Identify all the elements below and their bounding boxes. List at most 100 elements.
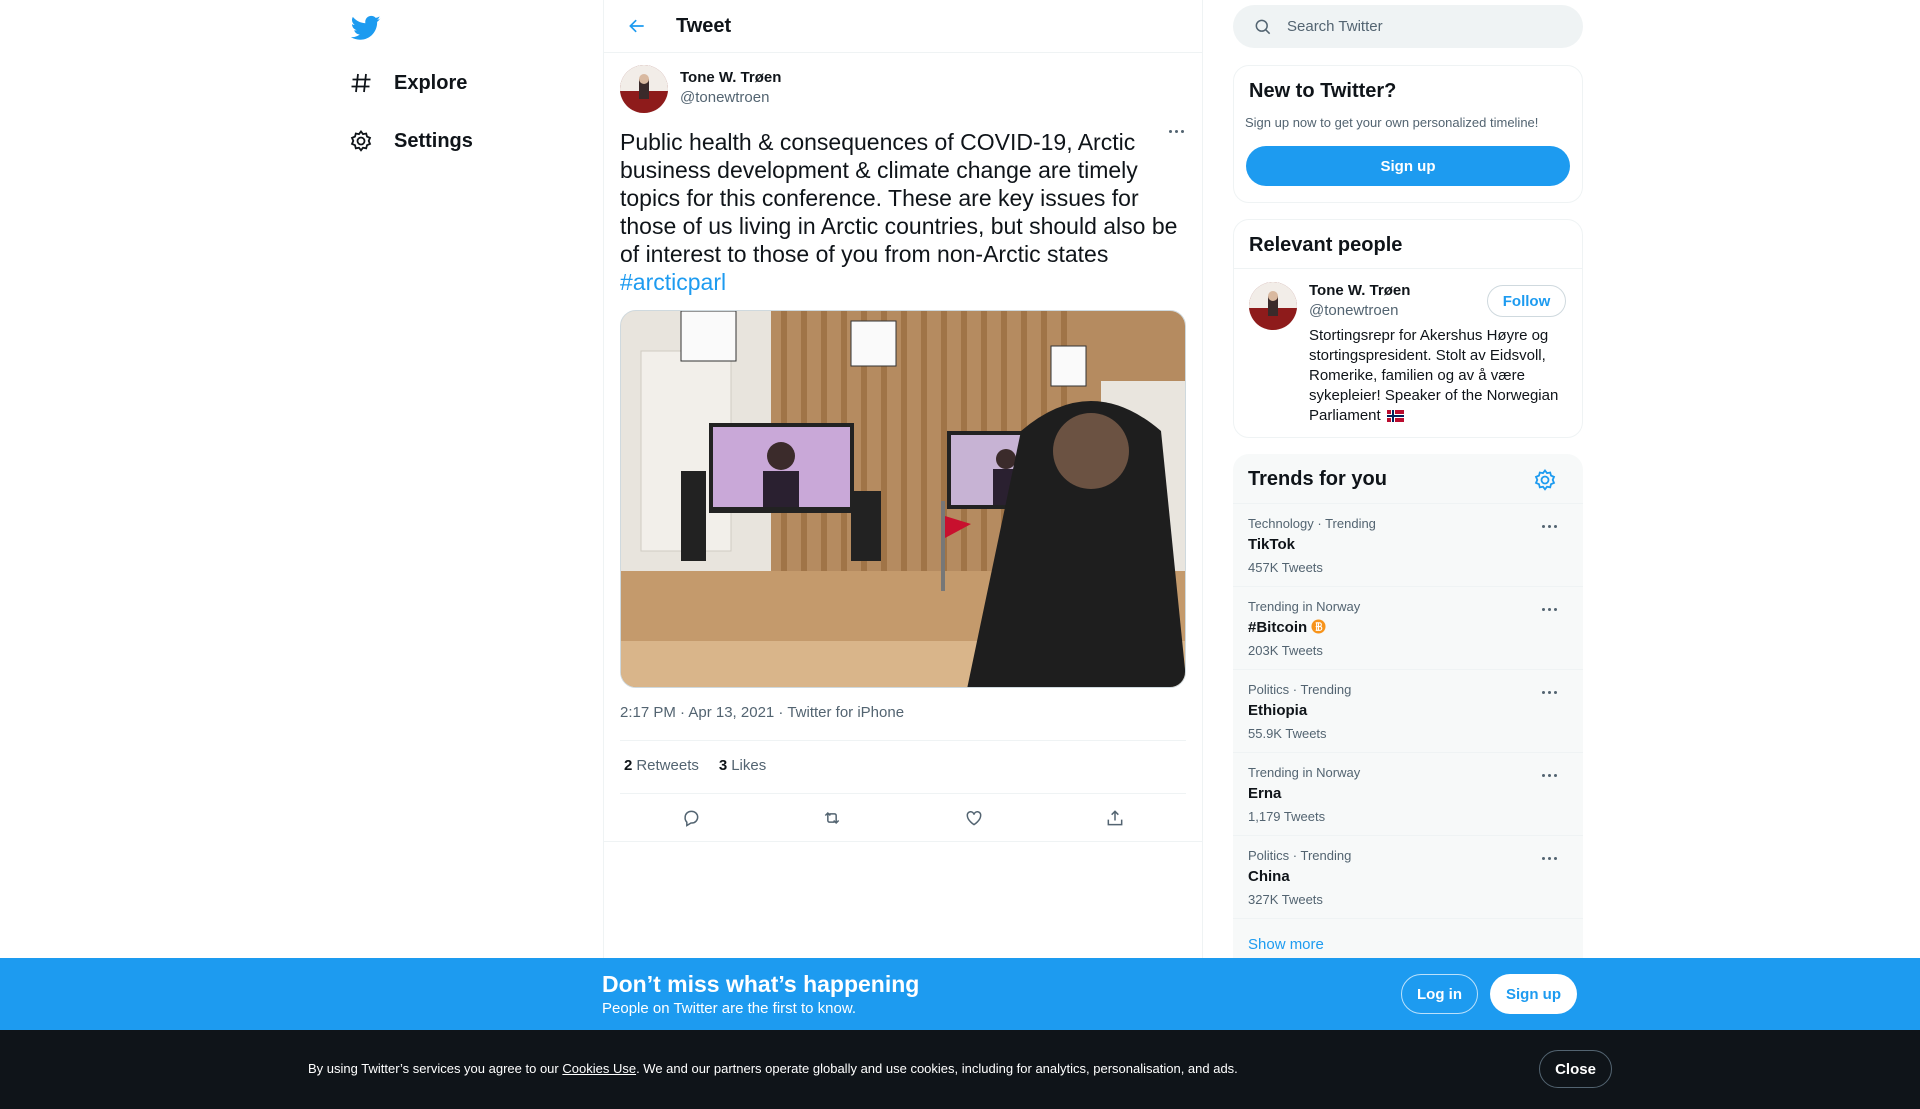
more-options-icon[interactable] xyxy=(1535,512,1563,540)
trend-context: Politics · Trending xyxy=(1248,848,1352,863)
more-options-icon[interactable] xyxy=(1535,844,1563,872)
trend-item[interactable]: Politics · Trending China 327K Tweets xyxy=(1233,835,1583,918)
signup-button[interactable]: Sign up xyxy=(1246,146,1570,186)
new-to-twitter-subtitle: Sign up now to get your own personalized… xyxy=(1245,115,1539,130)
divider xyxy=(620,793,1186,794)
search-input[interactable] xyxy=(1287,18,1557,35)
page-title: Tweet xyxy=(676,14,732,37)
retweets-count: 2 xyxy=(624,757,633,774)
trend-name: Ethiopia xyxy=(1248,702,1308,719)
nav-settings[interactable]: Settings xyxy=(348,116,473,166)
tweet-body: Public health & consequences of COVID-19… xyxy=(620,129,1178,267)
cookie-text-after: . We and our partners operate globally a… xyxy=(636,1061,1238,1076)
retweet-icon xyxy=(825,811,840,825)
trend-item[interactable]: Trending in Norway Erna 1,179 Tweets xyxy=(1233,752,1583,835)
close-button[interactable]: Close xyxy=(1539,1050,1612,1088)
likes-label: Likes xyxy=(731,757,767,774)
trend-name: Erna xyxy=(1248,785,1282,802)
likes-count: 3 xyxy=(718,757,728,774)
conference-photo xyxy=(621,311,1185,687)
tweet-header: Tweet xyxy=(604,0,1202,53)
trend-count: 1,179 Tweets xyxy=(1248,809,1326,824)
likes-stat[interactable]: 3 Likes xyxy=(719,757,766,774)
new-to-twitter-card: New to Twitter? Sign up now to get your … xyxy=(1233,65,1583,203)
search-icon xyxy=(1255,19,1271,34)
banner-title: Don’t miss what’s happening xyxy=(602,971,920,997)
tweet-photo[interactable] xyxy=(620,310,1186,688)
avatar[interactable] xyxy=(1249,282,1297,330)
show-more-link[interactable]: Show more xyxy=(1248,936,1324,953)
trend-count: 203K Tweets xyxy=(1248,643,1323,658)
divider xyxy=(620,740,1186,741)
trend-name-row: #Bitcoin xyxy=(1248,619,1326,636)
banner-signup-button[interactable]: Sign up xyxy=(1490,974,1577,1014)
new-to-twitter-title: New to Twitter? xyxy=(1249,80,1397,102)
nav-explore-label: Explore xyxy=(394,71,468,94)
hashtag-icon xyxy=(348,70,374,96)
heart-icon xyxy=(966,810,982,826)
main-column: Tweet Tone W. Trøen @tonewtroen Public h… xyxy=(603,0,1203,960)
retweet-button[interactable] xyxy=(814,800,850,836)
tweet-author: Tone W. Trøen @tonewtroen xyxy=(604,53,1202,133)
person-name[interactable]: Tone W. Trøen xyxy=(1309,282,1410,299)
gear-icon xyxy=(348,128,374,154)
trend-name: China xyxy=(1248,868,1290,885)
trend-count: 55.9K Tweets xyxy=(1248,726,1327,741)
retweets-stat[interactable]: 2 Retweets xyxy=(624,757,699,774)
trend-name: TikTok xyxy=(1248,536,1295,553)
tweet-actions xyxy=(620,800,1186,836)
person-handle[interactable]: @tonewtroen xyxy=(1309,302,1398,319)
trend-context: Politics · Trending xyxy=(1248,682,1352,697)
gear-icon[interactable] xyxy=(1533,468,1557,492)
reply-button[interactable] xyxy=(673,800,709,836)
banner-subtitle: People on Twitter are the first to know. xyxy=(602,1000,857,1017)
cookie-text-before: By using Twitter’s services you agree to… xyxy=(308,1061,563,1076)
arrow-left-icon xyxy=(629,19,644,33)
trend-context: Trending in Norway xyxy=(1248,765,1361,780)
share-button[interactable] xyxy=(1097,800,1133,836)
bitcoin-icon xyxy=(1311,619,1326,634)
more-options-icon[interactable] xyxy=(1535,595,1563,623)
retweets-label: Retweets xyxy=(636,757,699,774)
more-options-icon[interactable] xyxy=(1535,761,1563,789)
author-name[interactable]: Tone W. Trøen xyxy=(680,69,781,86)
twitter-logo-icon[interactable] xyxy=(348,10,384,46)
like-button[interactable] xyxy=(956,800,992,836)
trends-title: Trends for you xyxy=(1248,468,1387,490)
trend-context: Trending in Norway xyxy=(1248,599,1361,614)
person-bio-text: Stortingsrepr for Akershus Høyre og stor… xyxy=(1309,327,1559,424)
login-button[interactable]: Log in xyxy=(1401,974,1478,1014)
reply-icon xyxy=(684,810,699,827)
divider xyxy=(1234,268,1582,269)
tweet-stats: 2 Retweets 3 Likes xyxy=(624,757,766,774)
nav-settings-label: Settings xyxy=(394,129,473,152)
follow-button[interactable]: Follow xyxy=(1487,285,1566,317)
nav-explore[interactable]: Explore xyxy=(348,58,467,108)
trend-item[interactable]: Politics · Trending Ethiopia 55.9K Tweet… xyxy=(1233,669,1583,752)
signup-banner: Don’t miss what’s happening People on Tw… xyxy=(0,958,1920,1030)
cookie-bar: By using Twitter’s services you agree to… xyxy=(0,1030,1920,1109)
divider xyxy=(604,841,1202,842)
norway-flag-icon xyxy=(1386,410,1404,423)
trend-item[interactable]: Technology · Trending TikTok 457K Tweets xyxy=(1233,503,1583,586)
relevant-people-title: Relevant people xyxy=(1249,234,1403,256)
trend-count: 457K Tweets xyxy=(1248,560,1323,575)
hashtag-link[interactable]: #arcticparl xyxy=(620,269,726,295)
tweet-text: Public health & consequences of COVID-19… xyxy=(620,128,1190,296)
trends-card: Trends for you Technology · Trending Tik… xyxy=(1233,454,1583,974)
more-options-icon[interactable] xyxy=(1535,678,1563,706)
tweet-meta[interactable]: 2:17 PM · Apr 13, 2021 · Twitter for iPh… xyxy=(620,704,904,721)
trend-name: #Bitcoin xyxy=(1248,619,1308,636)
avatar[interactable] xyxy=(620,65,668,113)
trend-context: Technology · Trending xyxy=(1248,516,1376,531)
author-handle[interactable]: @tonewtroen xyxy=(680,89,769,106)
trend-count: 327K Tweets xyxy=(1248,892,1323,907)
trend-item[interactable]: Trending in Norway #Bitcoin 203K Tweets xyxy=(1233,586,1583,669)
share-icon xyxy=(1107,810,1123,826)
search-box[interactable] xyxy=(1233,5,1583,48)
relevant-people-card: Relevant people Tone W. Trøen @tonewtroe… xyxy=(1233,219,1583,438)
cookie-text: By using Twitter’s services you agree to… xyxy=(308,1061,1238,1076)
cookies-use-link[interactable]: Cookies Use xyxy=(562,1061,636,1076)
back-button[interactable] xyxy=(620,9,654,43)
person-bio: Stortingsrepr for Akershus Høyre og stor… xyxy=(1309,326,1574,426)
